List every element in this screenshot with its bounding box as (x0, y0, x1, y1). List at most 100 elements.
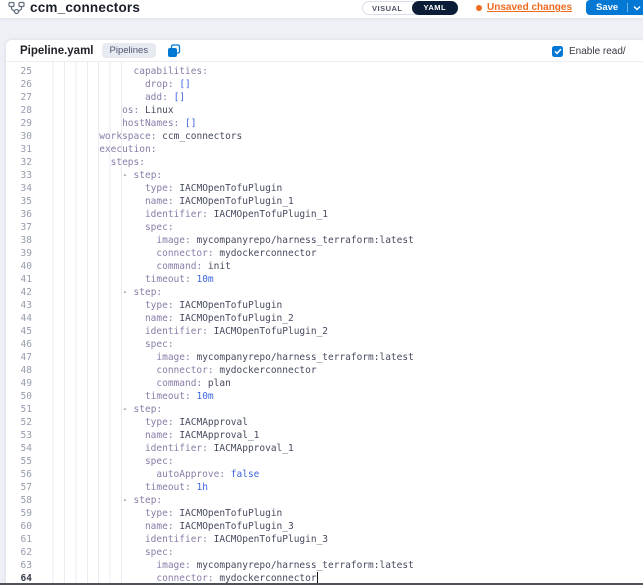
line-number: 43 (6, 299, 42, 312)
unsaved-dot-icon (476, 5, 482, 11)
line-content: connector: mydockerconnector (42, 247, 317, 260)
code-line[interactable]: 42 - step: (6, 286, 643, 299)
line-number: 32 (6, 156, 42, 169)
yaml-code-editor[interactable]: 25 capabilities:26 drop: []27 add: []28 … (6, 62, 643, 584)
line-content: identifier: IACMOpenTofuPlugin_1 (42, 208, 328, 221)
yaml-editor-card: Pipeline.yaml Pipelines Enable read/ 25 … (6, 40, 643, 585)
check-icon (554, 48, 562, 55)
code-line[interactable]: 45 identifier: IACMOpenTofuPlugin_2 (6, 325, 643, 338)
line-number: 47 (6, 351, 42, 364)
line-number: 27 (6, 91, 42, 104)
code-line[interactable]: 25 capabilities: (6, 65, 643, 78)
code-line[interactable]: 63 image: mycompanyrepo/harness_terrafor… (6, 559, 643, 572)
code-line[interactable]: 31 execution: (6, 143, 643, 156)
line-content: spec: (42, 221, 174, 234)
line-content: name: IACMOpenTofuPlugin_1 (42, 195, 294, 208)
code-line[interactable]: 41 timeout: 10m (6, 273, 643, 286)
copy-icon (167, 44, 181, 58)
line-content: image: mycompanyrepo/harness_terraform:l… (42, 351, 414, 364)
line-number: 46 (6, 338, 42, 351)
line-number: 29 (6, 117, 42, 130)
pipeline-icon (8, 1, 25, 20)
code-line[interactable]: 43 type: IACMOpenTofuPlugin (6, 299, 643, 312)
code-line[interactable]: 52 type: IACMApproval (6, 416, 643, 429)
line-content: connector: mydockerconnector (42, 364, 317, 377)
save-button[interactable]: Save (586, 2, 627, 13)
line-content: spec: (42, 338, 174, 351)
code-line[interactable]: 30 workspace: ccm_connectors (6, 130, 643, 143)
line-content: type: IACMOpenTofuPlugin (42, 507, 282, 520)
save-dropdown-button[interactable] (628, 5, 643, 11)
code-line[interactable]: 33 - step: (6, 169, 643, 182)
code-line[interactable]: 62 spec: (6, 546, 643, 559)
line-content: image: mycompanyrepo/harness_terraform:l… (42, 234, 414, 247)
code-line[interactable]: 37 spec: (6, 221, 643, 234)
code-line[interactable]: 60 name: IACMOpenTofuPlugin_3 (6, 520, 643, 533)
line-content: type: IACMApproval (42, 416, 248, 429)
code-line[interactable]: 54 identifier: IACMApproval_1 (6, 442, 643, 455)
line-number: 38 (6, 234, 42, 247)
line-number: 54 (6, 442, 42, 455)
code-line[interactable]: 61 identifier: IACMOpenTofuPlugin_3 (6, 533, 643, 546)
code-line[interactable]: 50 timeout: 10m (6, 390, 643, 403)
line-number: 36 (6, 208, 42, 221)
save-split-button: Save (586, 0, 643, 15)
line-content: spec: (42, 455, 174, 468)
code-line[interactable]: 39 connector: mydockerconnector (6, 247, 643, 260)
code-line[interactable]: 58 - step: (6, 494, 643, 507)
code-line[interactable]: 55 spec: (6, 455, 643, 468)
line-content: timeout: 10m (42, 390, 214, 403)
code-line[interactable]: 27 add: [] (6, 91, 643, 104)
line-number: 44 (6, 312, 42, 325)
line-number: 45 (6, 325, 42, 338)
code-line[interactable]: 26 drop: [] (6, 78, 643, 91)
code-line[interactable]: 38 image: mycompanyrepo/harness_terrafor… (6, 234, 643, 247)
code-line[interactable]: 51 - step: (6, 403, 643, 416)
toggle-visual[interactable]: VISUAL (363, 4, 412, 13)
code-line[interactable]: 28 os: Linux (6, 104, 643, 117)
line-number: 51 (6, 403, 42, 416)
code-line[interactable]: 36 identifier: IACMOpenTofuPlugin_1 (6, 208, 643, 221)
chevron-down-icon (633, 5, 641, 11)
code-line[interactable]: 46 spec: (6, 338, 643, 351)
code-line[interactable]: 49 command: plan (6, 377, 643, 390)
line-content: timeout: 10m (42, 273, 214, 286)
line-number: 31 (6, 143, 42, 156)
code-line[interactable]: 35 name: IACMOpenTofuPlugin_1 (6, 195, 643, 208)
line-content: command: init (42, 260, 231, 273)
line-content: capabilities: (42, 65, 208, 78)
line-number: 28 (6, 104, 42, 117)
toggle-yaml[interactable]: YAML (412, 1, 459, 15)
code-line[interactable]: 40 command: init (6, 260, 643, 273)
unsaved-changes-label: Unsaved changes (487, 2, 572, 13)
code-line[interactable]: 44 name: IACMOpenTofuPlugin_2 (6, 312, 643, 325)
text-cursor (317, 572, 319, 583)
code-line[interactable]: 59 type: IACMOpenTofuPlugin (6, 507, 643, 520)
code-line[interactable]: 57 timeout: 1h (6, 481, 643, 494)
code-line[interactable]: 47 image: mycompanyrepo/harness_terrafor… (6, 351, 643, 364)
line-number: 35 (6, 195, 42, 208)
line-number: 42 (6, 286, 42, 299)
line-content: name: IACMApproval_1 (42, 429, 259, 442)
code-line[interactable]: 48 connector: mydockerconnector (6, 364, 643, 377)
line-number: 53 (6, 429, 42, 442)
line-content: hostNames: [] (42, 117, 196, 130)
line-content: type: IACMOpenTofuPlugin (42, 299, 282, 312)
line-content: identifier: IACMOpenTofuPlugin_2 (42, 325, 328, 338)
line-number: 39 (6, 247, 42, 260)
line-content: identifier: IACMApproval_1 (42, 442, 294, 455)
line-content: - step: (42, 494, 162, 507)
code-line[interactable]: 29 hostNames: [] (6, 117, 643, 130)
line-content: - step: (42, 403, 162, 416)
code-line[interactable]: 56 autoApprove: false (6, 468, 643, 481)
line-number: 56 (6, 468, 42, 481)
code-line[interactable]: 53 name: IACMApproval_1 (6, 429, 643, 442)
code-line[interactable]: 34 type: IACMOpenTofuPlugin (6, 182, 643, 195)
enable-read-wrap: Enable read/ (552, 40, 626, 62)
line-number: 57 (6, 481, 42, 494)
code-line[interactable]: 32 steps: (6, 156, 643, 169)
enable-read-checkbox[interactable] (552, 46, 563, 57)
line-content: spec: (42, 546, 174, 559)
unsaved-changes-link[interactable]: Unsaved changes (476, 2, 572, 13)
copy-yaml-button[interactable] (167, 44, 181, 58)
